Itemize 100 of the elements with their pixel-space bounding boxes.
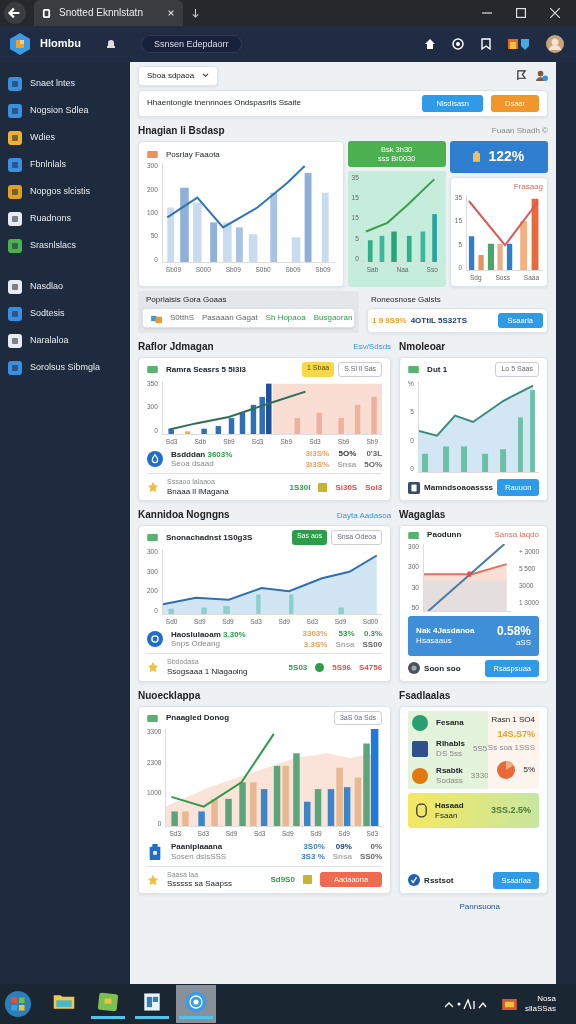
stat-icon	[147, 843, 163, 860]
summary-value: Sh Hopaoa	[265, 313, 306, 323]
footer-text: Rsstsot	[424, 875, 454, 886]
highlight-subtitle: Fsaan	[435, 810, 459, 821]
chart-bar	[478, 255, 484, 271]
chart-bar	[291, 237, 301, 263]
chart-bar	[315, 789, 322, 827]
chart-tag: Sansa laqdo	[494, 530, 539, 540]
stat-figure: 3.3S%	[302, 639, 328, 650]
footer-icon	[408, 481, 421, 494]
bookmark-icon[interactable]	[480, 38, 492, 50]
chart-line	[364, 177, 435, 233]
chart-bar	[487, 243, 494, 271]
summary-title: Roneosnose Galsts	[369, 294, 442, 305]
brand-name: Hlombu	[40, 37, 81, 51]
chart-bar	[168, 429, 174, 434]
section-title: Wagaglas	[399, 509, 446, 522]
stat-subtitle: Snps Odeang	[171, 639, 221, 649]
download-icon	[190, 7, 200, 19]
star-icon	[147, 661, 159, 674]
start-button[interactable]	[4, 990, 32, 1018]
chart-bar	[406, 235, 412, 262]
chart-bar	[379, 235, 385, 262]
sidebar-item[interactable]: Wdies	[8, 124, 130, 151]
chart-bar	[481, 453, 488, 472]
chart-bar	[321, 192, 329, 263]
stat-figure: Snsa	[337, 459, 357, 470]
chart-bar	[228, 417, 235, 434]
section-title: Fsadlaalas	[399, 689, 451, 702]
dropdown[interactable]: Sboa sdpaoa	[138, 66, 219, 86]
avatar-icon[interactable]	[546, 35, 564, 53]
sidebar-item[interactable]: Fbnlnlals	[8, 151, 130, 178]
search-field[interactable]: Ssnsen Edepdaorr	[140, 34, 242, 54]
chart-bar	[248, 234, 258, 263]
chart-bar	[239, 412, 246, 434]
close-icon	[550, 8, 560, 18]
sidebar-item[interactable]: Nasdlao	[8, 273, 130, 300]
footer-text: Soon soo	[424, 663, 461, 674]
legend-icon	[147, 365, 158, 373]
chart-bar	[250, 404, 257, 434]
stat-figure: 5O%	[364, 459, 383, 470]
section-title: Nuoecklappa	[138, 689, 201, 702]
chart-bar	[215, 425, 221, 434]
stat-subtitle: Seoa dsaad	[171, 459, 215, 469]
pie-value: 5%	[523, 765, 535, 775]
sidebar-item[interactable]: Sodtesis	[8, 300, 130, 327]
legend-icon	[408, 365, 420, 373]
stat-figure: 09%	[334, 841, 352, 852]
sidebar-item[interactable]: Nogsion Sdlea	[8, 97, 130, 124]
home-icon[interactable]	[424, 38, 436, 50]
item-title: Rsabtk	[436, 766, 463, 776]
toolbar-icons-drawing[interactable]	[508, 38, 530, 50]
pie-chart-icon	[497, 760, 516, 779]
chart-bar	[460, 446, 467, 472]
stat-figure: Snsa	[332, 852, 352, 862]
sidebar-item[interactable]: Ruadnons	[8, 205, 130, 232]
footer-text: Mamndsoaoassss	[424, 483, 494, 493]
chart-bar	[210, 222, 217, 263]
chart-point	[467, 571, 471, 577]
chart-bar	[316, 412, 322, 434]
stat-subtitle: Sosen dslsSSS	[171, 851, 227, 862]
stat-title: Bsdddan 3603%	[171, 449, 233, 460]
sidebar-item[interactable]: Srasnlslacs	[8, 232, 130, 259]
footer-value: S4756	[358, 662, 383, 673]
legend-icon	[147, 534, 158, 542]
item-subtitle: Sodass	[436, 775, 463, 786]
footer-value: 1S30I	[289, 482, 311, 493]
stat-figure: 0'3L	[365, 449, 383, 459]
settings-icon[interactable]	[452, 38, 464, 50]
chart-bar	[288, 594, 294, 614]
browser-tab[interactable]: Snotted Eknnlstatn	[34, 0, 183, 26]
highlight-title: Nak 4Jasdanoa	[416, 626, 475, 636]
chart-title: Frasaag	[513, 181, 543, 191]
stat-figure: 53%	[337, 629, 355, 639]
user-icon	[535, 69, 548, 83]
legend-icon	[147, 714, 158, 722]
footer-text: Ssssss sa Saapss	[167, 879, 232, 889]
chart-bar	[338, 417, 344, 434]
chart-bar	[371, 396, 377, 434]
chart-bar	[201, 428, 207, 434]
footer-value: Sol3	[365, 482, 383, 493]
status-icon	[318, 482, 328, 492]
battery-icon	[473, 151, 481, 163]
footer-link[interactable]: Pannsuona	[459, 902, 500, 911]
back-icon[interactable]	[4, 2, 26, 24]
chart-bar	[270, 192, 277, 263]
sidebar-item[interactable]: Snaet lntes	[8, 70, 130, 97]
stat-figure: SS0%	[359, 852, 383, 862]
footer-value: 5S03	[288, 662, 308, 673]
chart-bar	[304, 802, 311, 827]
sidebar-item[interactable]: Naralaloa	[8, 327, 130, 354]
sidebar-item[interactable]: Sorolsus Sibmgla	[8, 354, 130, 381]
globe-icon[interactable]	[184, 989, 208, 1014]
chart-bar	[223, 605, 230, 614]
chart-bar	[261, 789, 268, 827]
chart-bar	[518, 417, 523, 472]
chart-title: Posrlay Faaota	[166, 149, 220, 160]
chart-bar	[506, 243, 513, 271]
sidebar-item[interactable]: Nopgos slcistis	[8, 178, 130, 205]
stat-figure: 0%	[369, 841, 383, 852]
